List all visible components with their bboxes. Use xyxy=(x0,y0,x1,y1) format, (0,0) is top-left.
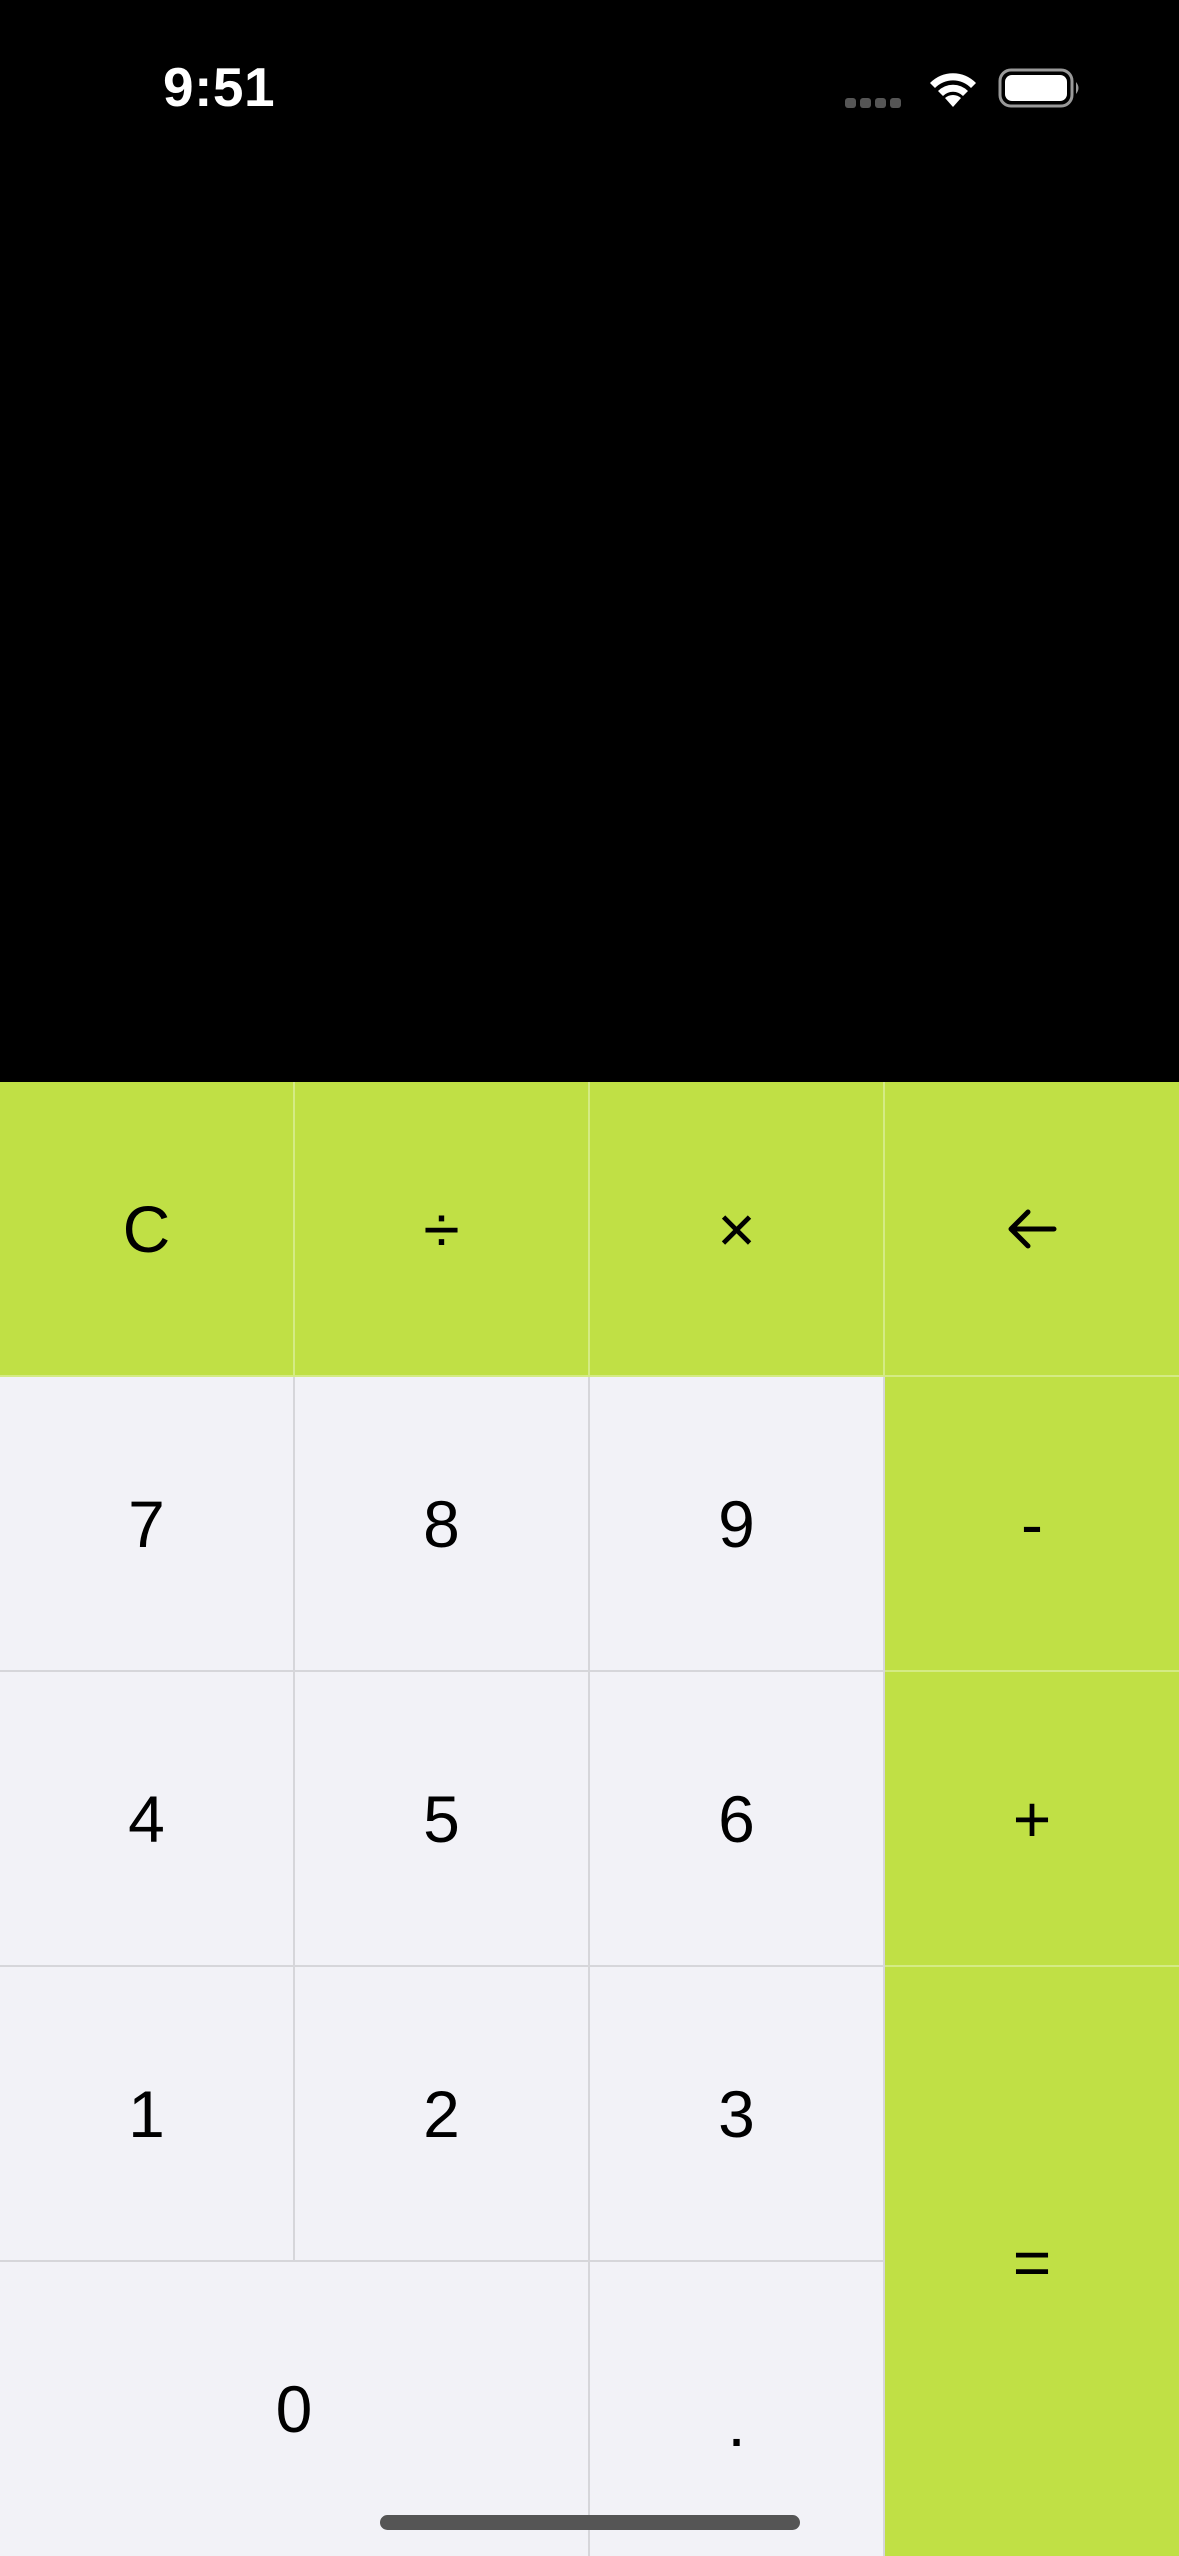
battery-icon xyxy=(998,68,1079,108)
multiply-label: × xyxy=(717,1191,756,1266)
plus-button[interactable]: + xyxy=(885,1672,1179,1967)
digit-1-button[interactable]: 1 xyxy=(0,1967,295,2262)
minus-button[interactable]: - xyxy=(885,1377,1179,1672)
clear-button[interactable]: C xyxy=(0,1082,295,1377)
digit-8-label: 8 xyxy=(423,1486,460,1561)
digit-9-label: 9 xyxy=(718,1486,755,1561)
digit-9-button[interactable]: 9 xyxy=(590,1377,885,1672)
digit-0-label: 0 xyxy=(275,2372,313,2446)
digit-2-button[interactable]: 2 xyxy=(295,1967,590,2262)
digit-7-button[interactable]: 7 xyxy=(0,1377,295,1672)
backspace-arrow-icon xyxy=(1008,1209,1057,1248)
signal-dots-icon xyxy=(845,98,901,108)
divide-button[interactable]: ÷ xyxy=(295,1082,590,1377)
equals-label: = xyxy=(1012,2224,1052,2299)
home-indicator[interactable] xyxy=(380,2515,800,2530)
status-time: 9:51 xyxy=(163,56,276,118)
status-bar: 9:51 xyxy=(0,0,1179,170)
divide-label: ÷ xyxy=(423,1191,460,1266)
digit-5-button[interactable]: 5 xyxy=(295,1672,590,1967)
wifi-icon xyxy=(930,73,976,107)
digit-7-label: 7 xyxy=(128,1486,165,1561)
digit-4-button[interactable]: 4 xyxy=(0,1672,295,1967)
result-display xyxy=(0,170,1179,1082)
digit-4-label: 4 xyxy=(128,1781,165,1856)
digit-6-label: 6 xyxy=(718,1781,755,1856)
digit-2-label: 2 xyxy=(423,2076,460,2151)
digit-5-label: 5 xyxy=(423,1781,460,1856)
equals-button[interactable]: = xyxy=(885,1967,1179,2556)
digit-8-button[interactable]: 8 xyxy=(295,1377,590,1672)
decimal-label: . xyxy=(727,2386,746,2460)
decimal-button[interactable]: . xyxy=(590,2262,885,2556)
multiply-button[interactable]: × xyxy=(590,1082,885,1377)
digit-3-label: 3 xyxy=(718,2076,755,2151)
digit-0-button[interactable]: 0 xyxy=(0,2262,590,2556)
clear-label: C xyxy=(122,1191,171,1266)
minus-label: - xyxy=(1021,1486,1043,1561)
digit-3-button[interactable]: 3 xyxy=(590,1967,885,2262)
backspace-button[interactable] xyxy=(885,1082,1179,1377)
keypad: C ÷ × 7 8 9 - 4 5 6 + 1 2 3 = 0 . xyxy=(0,1082,1179,2556)
plus-label: + xyxy=(1012,1781,1052,1856)
digit-6-button[interactable]: 6 xyxy=(590,1672,885,1967)
digit-1-label: 1 xyxy=(128,2076,165,2151)
